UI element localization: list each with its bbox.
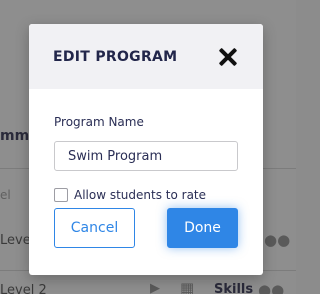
close-icon[interactable] (217, 46, 239, 68)
people-icon: ●● (258, 281, 285, 294)
cancel-button[interactable]: Cancel (54, 208, 135, 248)
program-name-input[interactable] (54, 141, 238, 171)
allow-rate-label: Allow students to rate (74, 188, 207, 202)
allow-rate-row[interactable]: Allow students to rate (54, 188, 238, 202)
allow-rate-checkbox[interactable] (54, 188, 68, 202)
bg-skills-label: Skills (214, 282, 254, 294)
bg-column-label-fragment: el (0, 188, 11, 202)
dialog-actions: Cancel Done (54, 208, 238, 248)
clipboard-icon: ▦ (180, 279, 195, 294)
play-icon: ▶ (150, 281, 160, 294)
edit-program-dialog: EDIT PROGRAM Program Name Allow students… (29, 24, 263, 275)
done-button[interactable]: Done (167, 208, 238, 248)
dialog-header: EDIT PROGRAM (29, 24, 263, 89)
program-name-label: Program Name (54, 115, 144, 129)
bg-row-level-2: Level 2 (0, 283, 47, 294)
dialog-body: Program Name Allow students to rate Canc… (29, 115, 263, 248)
people-icon: ●● (264, 231, 291, 249)
dialog-title: EDIT PROGRAM (53, 48, 178, 65)
